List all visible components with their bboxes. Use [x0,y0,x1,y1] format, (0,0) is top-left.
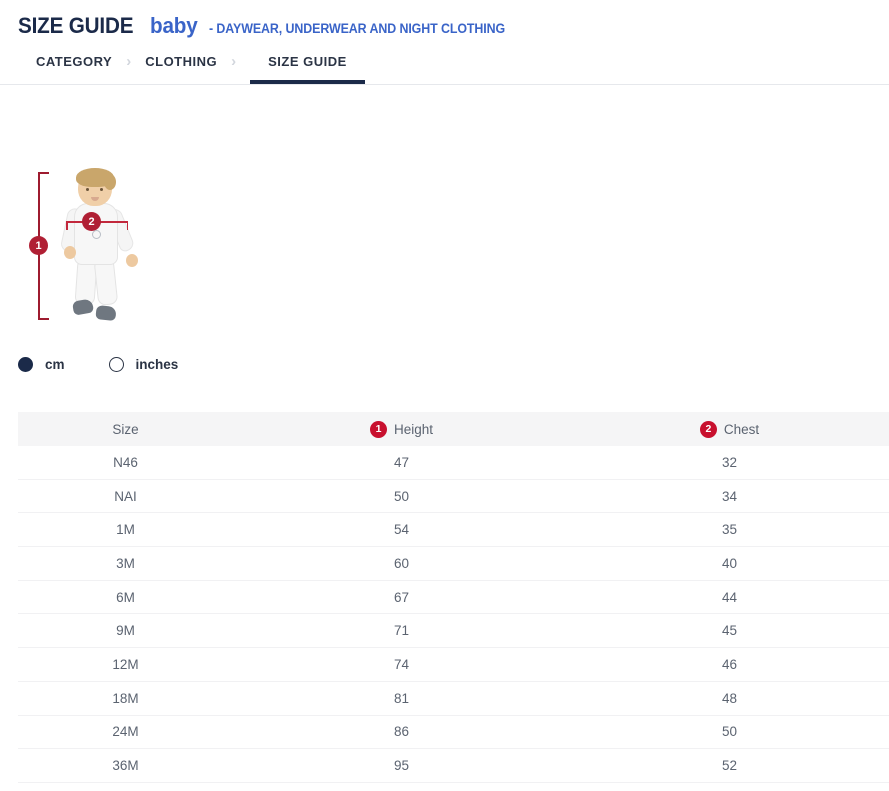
cell-height: 95 [233,749,570,783]
cell-height: 86 [233,715,570,749]
table-row: 9M 71 45 [18,614,889,648]
column-header-height-label: Height [394,422,433,437]
page-header: SIZE GUIDE baby - DAYWEAR, UNDERWEAR AND… [0,0,889,39]
height-measure-cap-top [38,172,49,174]
baby-hand-left [64,246,76,259]
unit-label-cm: cm [45,357,65,372]
unit-option-cm[interactable]: cm [18,357,65,372]
table-row: 24M 86 50 [18,715,889,749]
cell-size: 12M [18,648,233,682]
size-guide-illustration: 1 2 [0,85,889,350]
breadcrumb-item-clothing[interactable]: CLOTHING [145,51,217,84]
cell-chest: 45 [570,614,889,648]
chevron-right-icon: › [112,51,145,84]
table-row: N46 47 32 [18,446,889,479]
column-header-chest: 2 Chest [570,412,889,446]
breadcrumb-item-size-guide[interactable]: SIZE GUIDE [250,51,365,84]
cell-height: 71 [233,614,570,648]
table-row: 12M 74 46 [18,648,889,682]
baby-romper-snap [92,230,101,239]
cell-chest: 44 [570,580,889,614]
cell-chest: 50 [570,715,889,749]
table-body: N46 47 32 NAI 50 34 1M 54 35 3M 60 40 6M… [18,446,889,782]
unit-option-inches[interactable]: inches [109,357,179,372]
cell-size: 3M [18,547,233,581]
chest-measure-cap-right [127,221,129,230]
baby-hair-side [104,174,116,190]
unit-selector: cm inches [18,357,222,372]
baby-shoe-left [72,298,94,315]
cell-size: 6M [18,580,233,614]
cell-height: 60 [233,547,570,581]
chevron-right-icon: › [217,51,250,84]
radio-inches[interactable] [109,357,124,372]
table-row: 36M 95 52 [18,749,889,783]
cell-chest: 32 [570,446,889,479]
page-title: SIZE GUIDE [18,13,133,39]
chest-badge-icon: 2 [700,421,717,438]
size-guide-table: Size 1 Height 2 Chest N46 47 32 [18,412,889,783]
baby-leg-right [94,259,119,306]
page-subtitle: - DAYWEAR, UNDERWEAR AND NIGHT CLOTHING [209,21,505,36]
height-measure-cap-bottom [38,318,49,320]
table-row: 6M 67 44 [18,580,889,614]
column-header-chest-label: Chest [724,422,759,437]
cell-size: N46 [18,446,233,479]
cell-size: 1M [18,513,233,547]
baby-eye-left [86,188,89,191]
baby-eye-right [100,188,103,191]
unit-label-inches: inches [136,357,179,372]
baby-hand-right [126,254,138,267]
page-title-accent: baby [150,13,198,39]
chest-measure-cap-left [66,221,68,230]
cell-size: 24M [18,715,233,749]
measurement-figure: 1 2 [18,168,168,328]
cell-size: 9M [18,614,233,648]
cell-height: 47 [233,446,570,479]
table-row: 1M 54 35 [18,513,889,547]
cell-height: 81 [233,681,570,715]
cell-chest: 35 [570,513,889,547]
cell-size: NAI [18,479,233,513]
baby-photo [56,168,152,325]
height-marker-badge: 1 [29,236,48,255]
breadcrumb: CATEGORY › CLOTHING › SIZE GUIDE [0,51,889,85]
cell-size: 36M [18,749,233,783]
height-badge-icon: 1 [370,421,387,438]
radio-cm[interactable] [18,357,33,372]
column-header-size: Size [18,412,233,446]
cell-chest: 34 [570,479,889,513]
cell-chest: 46 [570,648,889,682]
chest-marker-badge: 2 [82,212,101,231]
column-header-size-label: Size [112,422,138,437]
table-row: NAI 50 34 [18,479,889,513]
breadcrumb-item-category[interactable]: CATEGORY [36,51,112,84]
cell-height: 54 [233,513,570,547]
cell-height: 50 [233,479,570,513]
cell-size: 18M [18,681,233,715]
table-row: 3M 60 40 [18,547,889,581]
cell-chest: 40 [570,547,889,581]
table-row: 18M 81 48 [18,681,889,715]
column-header-height: 1 Height [233,412,570,446]
table-header-row: Size 1 Height 2 Chest [18,412,889,446]
cell-chest: 52 [570,749,889,783]
cell-height: 74 [233,648,570,682]
baby-shoe-right [95,305,116,321]
cell-height: 67 [233,580,570,614]
cell-chest: 48 [570,681,889,715]
